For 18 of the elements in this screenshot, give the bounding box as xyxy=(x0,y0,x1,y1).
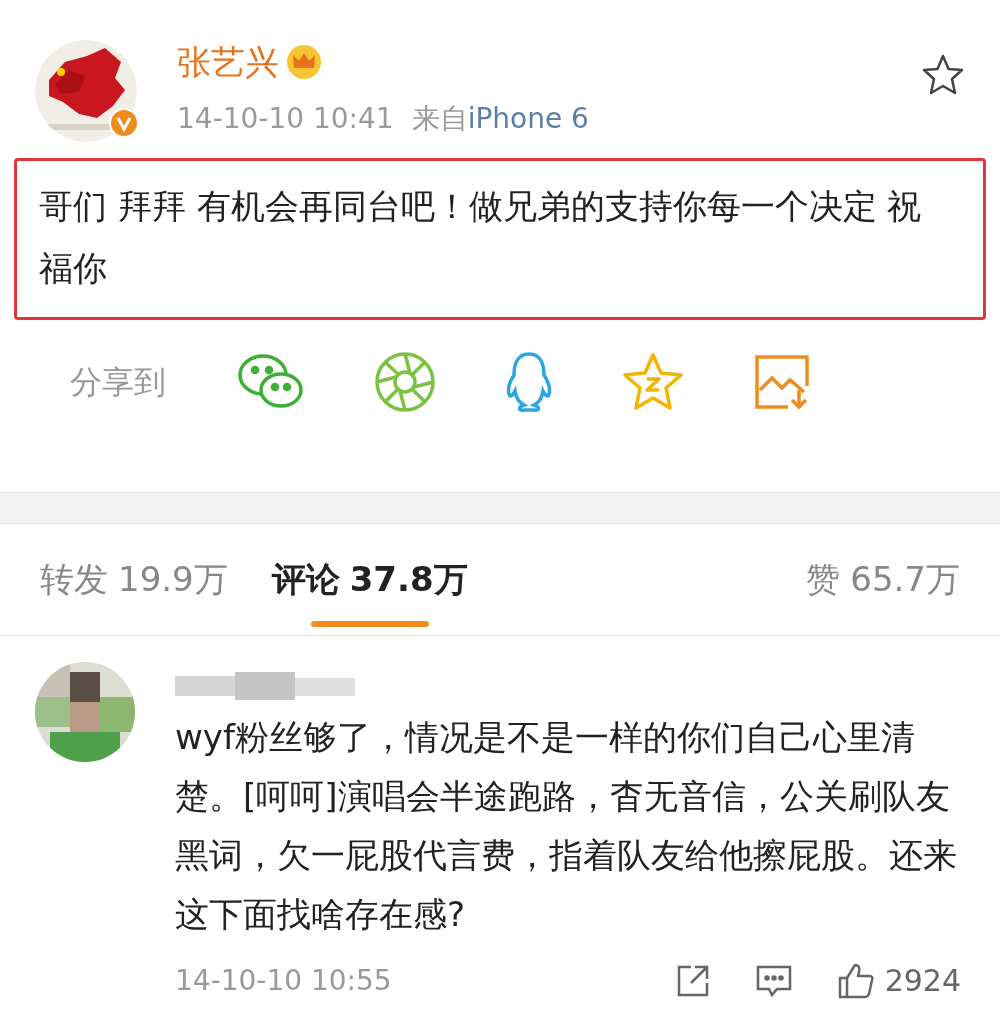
post-text: 哥们 拜拜 有机会再同台吧！做兄弟的支持你每一个决定 祝福你 xyxy=(39,185,923,290)
star-icon[interactable] xyxy=(921,54,965,96)
comment-tab[interactable]: 转发 19.9万 xyxy=(40,524,228,635)
source-label: 来自 xyxy=(411,101,468,137)
comment-time: 14-10-10 10:55 xyxy=(175,962,392,999)
share-label: 分享到 xyxy=(70,362,166,403)
thumbs-up-icon[interactable] xyxy=(836,961,875,1000)
save-image-icon[interactable] xyxy=(752,352,812,412)
star-icon[interactable] xyxy=(622,352,684,412)
like-count: 2924 xyxy=(884,962,961,1000)
author-name[interactable]: 张艺兴 xyxy=(177,40,279,84)
source-link[interactable]: iPhone 6 xyxy=(467,98,589,140)
comment-tab[interactable]: 评论 37.8万 xyxy=(271,524,468,635)
penguin-icon[interactable] xyxy=(504,351,554,413)
comment-tab[interactable]: 赞 65.7万 xyxy=(806,524,960,635)
comment-text: wyf粉丝够了，情况是不是一样的你们自己心里清楚。[呵呵]演唱会半途跑路，杳无音信，公关刷队友黑词，欠一屁股代言费，指着队友给他擦屁股。还来这下面找啥存在感? xyxy=(175,716,958,936)
post-time: 14-10-10 10:41 xyxy=(177,101,394,137)
aperture-icon[interactable] xyxy=(374,351,436,413)
